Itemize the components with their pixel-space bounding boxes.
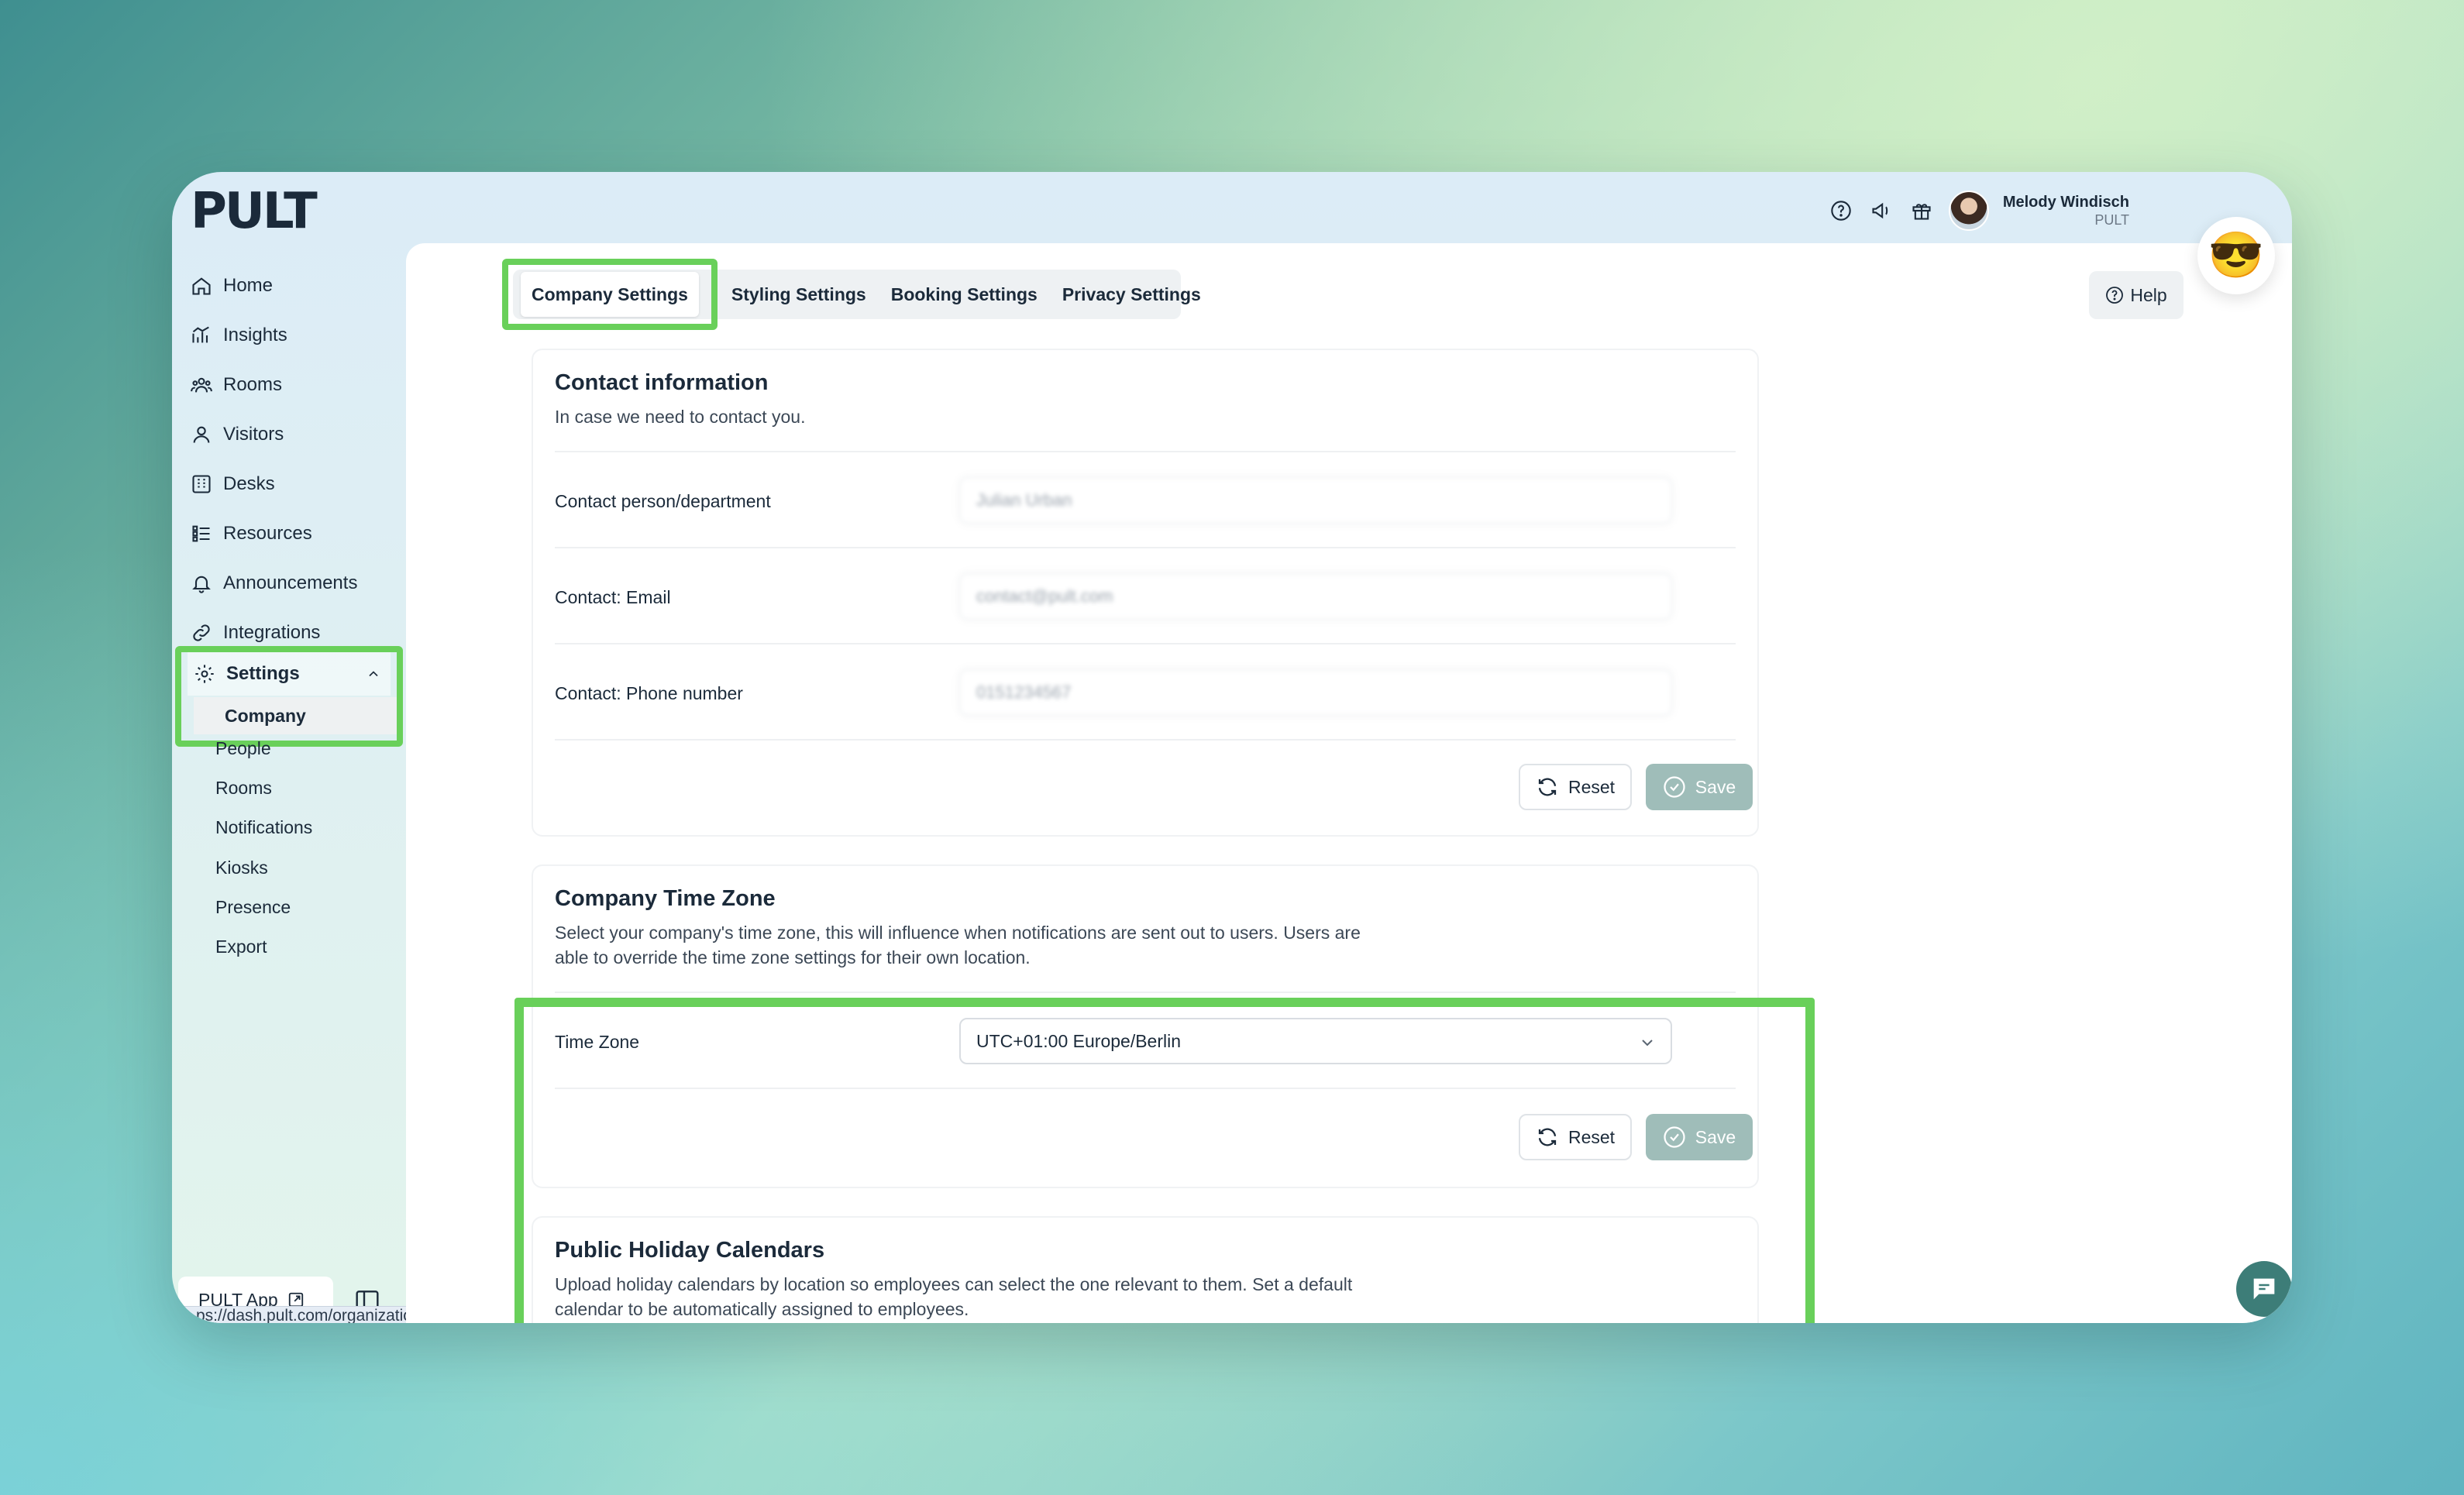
sidebar-item-desks[interactable]: Desks <box>188 465 397 503</box>
divider <box>555 451 1736 452</box>
sidebar-item-announcements[interactable]: Announcements <box>188 564 397 603</box>
contact-reset-button[interactable]: Reset <box>1519 764 1632 810</box>
sidebar-item-resources[interactable]: Resources <box>188 514 397 553</box>
app-window: PULT Melody Windisch PULT Home Insights … <box>172 172 2292 1323</box>
divider <box>555 547 1736 548</box>
chevron-up-icon[interactable] <box>366 666 381 682</box>
contact-phone-label: Contact: Phone number <box>555 683 743 703</box>
sidebar-subitem-presence[interactable]: Presence <box>215 892 291 923</box>
sidebar-item-settings[interactable]: Settings <box>188 652 391 696</box>
refresh-icon <box>1538 778 1557 796</box>
contact-card: Contact information In case we need to c… <box>532 349 1759 837</box>
divider <box>555 643 1736 644</box>
contact-person-label: Contact person/department <box>555 491 771 511</box>
sidebar-subitem-people[interactable]: People <box>215 733 271 764</box>
sidebar: Home Insights Rooms Visitors Desks Resou… <box>172 243 406 1323</box>
tab-styling-settings[interactable]: Styling Settings <box>719 284 879 305</box>
reset-label: Reset <box>1568 776 1616 797</box>
chat-icon <box>2253 1278 2275 1300</box>
tab-privacy-settings[interactable]: Privacy Settings <box>1050 284 1213 305</box>
settings-tabs: Company Settings Styling Settings Bookin… <box>502 259 1201 330</box>
tab-label: Company Settings <box>521 272 699 317</box>
chart-icon <box>192 326 209 343</box>
sidebar-subitem-notifications[interactable]: Notifications <box>215 812 312 843</box>
timezone-card-title: Company Time Zone <box>555 886 776 911</box>
sidebar-item-insights[interactable]: Insights <box>188 316 397 355</box>
building-icon <box>192 475 211 493</box>
help-label: Help <box>2130 284 2167 305</box>
contact-save-button[interactable]: Save <box>1646 764 1753 810</box>
emoji-button[interactable]: 😎 <box>2197 217 2275 294</box>
sidebar-item-label: Resources <box>223 523 312 544</box>
holiday-card-title: Public Holiday Calendars <box>555 1238 825 1263</box>
divider <box>555 739 1736 741</box>
gear-icon <box>195 665 214 683</box>
sidebar-item-label: Announcements <box>223 572 358 593</box>
help-circle-icon <box>2106 287 2124 304</box>
contact-email-label: Contact: Email <box>555 587 671 607</box>
person-icon <box>193 426 210 443</box>
sidebar-item-label: Integrations <box>223 622 321 643</box>
chat-button[interactable] <box>2236 1261 2292 1317</box>
sidebar-item-label: Settings <box>226 663 300 684</box>
timezone-card-description: Select your company's time zone, this wi… <box>555 923 1361 967</box>
sidebar-item-label: Desks <box>223 473 275 494</box>
user-avatar[interactable] <box>1948 191 1989 231</box>
help-circle-icon[interactable] <box>1828 198 1854 224</box>
tab-booking-settings[interactable]: Booking Settings <box>879 284 1050 305</box>
sidebar-subitem-company[interactable]: Company <box>194 697 397 734</box>
contact-card-title: Contact information <box>555 370 769 395</box>
home-icon <box>192 277 211 295</box>
holiday-card-description: Upload holiday calendars by location so … <box>555 1274 1353 1319</box>
sidebar-subitem-rooms[interactable]: Rooms <box>215 772 272 803</box>
pult-logo[interactable]: PULT <box>191 183 318 240</box>
sidebar-item-label: Home <box>223 275 274 296</box>
sidebar-subitem-kiosks[interactable]: Kiosks <box>215 852 268 883</box>
sidebar-item-visitors[interactable]: Visitors <box>188 415 397 454</box>
gift-icon[interactable] <box>1908 198 1935 224</box>
sidebar-item-label: Visitors <box>223 424 284 445</box>
sidebar-subitem-export[interactable]: Export <box>215 931 267 962</box>
main-content: Company Settings Styling Settings Bookin… <box>406 243 2292 1323</box>
user-org: PULT <box>2094 212 2129 228</box>
save-label: Save <box>1695 776 1736 797</box>
link-icon <box>193 624 210 641</box>
contact-card-description: In case we need to contact you. <box>555 407 806 427</box>
sidebar-item-label: Insights <box>223 325 287 345</box>
contact-person-input[interactable]: Julian Urban <box>959 477 1672 524</box>
top-bar: PULT Melody Windisch PULT <box>172 172 2292 243</box>
top-icons: Melody Windisch PULT <box>1828 191 2129 231</box>
contact-email-input[interactable]: contact@pult.com <box>959 573 1672 620</box>
divider <box>555 992 1736 993</box>
user-name: Melody Windisch <box>2002 194 2129 211</box>
megaphone-icon[interactable] <box>1868 198 1894 224</box>
sidebar-item-label: Rooms <box>223 374 283 395</box>
check-circle-icon <box>1664 776 1685 798</box>
user-info[interactable]: Melody Windisch PULT <box>2003 193 2129 229</box>
contact-phone-input[interactable]: 0151234567 <box>959 669 1672 716</box>
sidebar-item-rooms[interactable]: Rooms <box>188 366 397 404</box>
people-icon <box>191 377 212 393</box>
settings-highlight: Settings Company <box>175 646 403 747</box>
bell-icon <box>192 576 211 593</box>
list-icon <box>192 525 210 542</box>
help-button[interactable]: Help <box>2089 271 2184 319</box>
sidebar-item-home[interactable]: Home <box>188 266 397 305</box>
tab-company-settings[interactable]: Company Settings <box>502 259 718 330</box>
holiday-card: Public Holiday Calendars Upload holiday … <box>532 1216 1759 1323</box>
